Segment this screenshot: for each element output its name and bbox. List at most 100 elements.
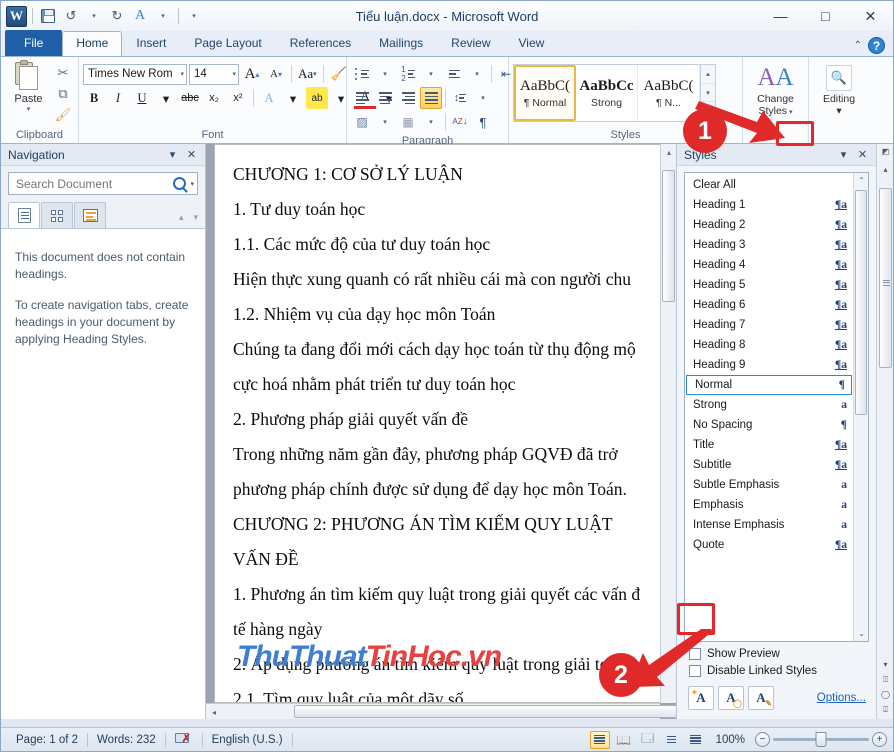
redo-button[interactable]: ↻ xyxy=(107,6,127,26)
editing-button[interactable]: 🔍 Editing ▾ xyxy=(813,60,865,117)
undo-button[interactable]: ↺ xyxy=(61,6,81,26)
shading-button[interactable]: ▨ xyxy=(351,111,373,133)
styles-scroll-down-icon[interactable]: ⌄ xyxy=(854,626,868,641)
next-page-icon[interactable]: ⍗ xyxy=(878,702,893,717)
view-web-layout-button[interactable]: 🗔 xyxy=(638,731,658,749)
paste-dropdown-icon[interactable]: ▾ xyxy=(27,105,31,113)
tab-review[interactable]: Review xyxy=(437,31,504,56)
change-styles-button[interactable]: AA Change Styles ▾ xyxy=(747,60,804,119)
save-button[interactable] xyxy=(38,6,58,26)
align-left-button[interactable] xyxy=(351,87,373,109)
previous-page-icon[interactable]: ⍐ xyxy=(878,672,893,687)
view-outline-button[interactable] xyxy=(662,731,682,749)
cut-button[interactable]: ✂ xyxy=(52,63,74,83)
zoom-out-button[interactable]: − xyxy=(755,732,770,747)
style-item-heading-6[interactable]: Heading 6 ¶a xyxy=(685,295,853,315)
borders-dropdown-icon[interactable]: ▾ xyxy=(420,111,442,133)
customize-qat-icon[interactable]: ▾ xyxy=(184,6,204,26)
style-item-heading-2[interactable]: Heading 2 ¶a xyxy=(685,215,853,235)
show-preview-row[interactable]: Show Preview xyxy=(689,648,876,660)
rail-scroll-down-icon[interactable]: ▾ xyxy=(878,657,893,672)
text-effects-button[interactable]: A xyxy=(258,87,280,109)
navigation-tab-results[interactable] xyxy=(74,202,106,228)
search-input[interactable] xyxy=(14,175,174,192)
style-item-subtitle[interactable]: Subtitle ¶a xyxy=(685,455,853,475)
style-item-title[interactable]: Title ¶a xyxy=(685,435,853,455)
page-indicator[interactable]: Page: 1 of 2 xyxy=(7,734,87,746)
sort-button[interactable]: A Z ↓ xyxy=(449,111,471,133)
zoom-level[interactable]: 100% xyxy=(710,734,751,746)
document-page[interactable]: CHƯƠNG 1: CƠ SỞ LÝ LUẬN 1. Tư duy toán h… xyxy=(214,144,676,703)
line-spacing-button[interactable]: ↕ xyxy=(449,87,471,109)
select-browse-object-icon[interactable]: ◩ xyxy=(878,144,893,159)
style-item-heading-3[interactable]: Heading 3 ¶a xyxy=(685,235,853,255)
format-painter-button[interactable]: 🖌 xyxy=(52,105,74,125)
copy-button[interactable]: ⧉ xyxy=(52,84,74,104)
borders-button[interactable]: ▦ xyxy=(397,111,419,133)
navigation-tab-pages[interactable] xyxy=(41,202,73,228)
style-inspector-button[interactable]: A ◯ xyxy=(718,686,744,710)
underline-button[interactable]: U xyxy=(131,87,153,109)
numbering-dropdown-icon[interactable]: ▾ xyxy=(420,63,442,85)
bullets-button[interactable] xyxy=(351,63,373,85)
justify-button[interactable] xyxy=(420,87,442,109)
style-item-strong[interactable]: Strong a xyxy=(685,395,853,415)
tab-home[interactable]: Home xyxy=(62,31,123,56)
tab-references[interactable]: References xyxy=(276,31,365,56)
align-right-button[interactable] xyxy=(397,87,419,109)
align-center-button[interactable] xyxy=(374,87,396,109)
styles-list-scrollbar[interactable]: ⌃ ⌄ xyxy=(853,173,868,641)
italic-button[interactable]: I xyxy=(107,87,129,109)
format-dropdown-icon[interactable]: ▾ xyxy=(153,6,173,26)
style-item-emphasis[interactable]: Emphasis a xyxy=(685,495,853,515)
next-result-icon[interactable]: ▾ xyxy=(193,212,198,223)
font-name-combo[interactable]: Times New Rom ▾ xyxy=(83,63,187,85)
styles-scrollbar-thumb[interactable] xyxy=(855,190,867,415)
scrollbar-thumb[interactable] xyxy=(662,170,675,302)
gallery-scroll-down-icon[interactable]: ▾ xyxy=(701,83,715,103)
style-item-intense-emphasis[interactable]: Intense Emphasis a xyxy=(685,515,853,535)
tab-insert[interactable]: Insert xyxy=(122,31,180,56)
shrink-font-button[interactable]: A ▾ xyxy=(265,63,287,85)
style-item-quote[interactable]: Quote ¶a xyxy=(685,535,853,555)
right-scroll-rail[interactable]: ◩ ▴ ▾ ⍐ ◯ ⍗ xyxy=(876,144,893,719)
rail-scrollbar-thumb[interactable] xyxy=(879,188,892,368)
document-horizontal-scrollbar[interactable]: ◂ xyxy=(206,703,676,719)
style-item-normal[interactable]: Normal ¶ xyxy=(686,375,852,395)
styles-scroll-up-icon[interactable]: ⌃ xyxy=(854,173,868,188)
style-gallery-item-strong[interactable]: AaBbCc Strong xyxy=(576,65,638,121)
styles-options-link[interactable]: Options... xyxy=(817,692,866,704)
format-painter-quick-icon[interactable]: A xyxy=(130,6,150,26)
styles-pane-close-icon[interactable]: ✕ xyxy=(856,148,869,161)
strikethrough-button[interactable]: abc xyxy=(179,87,201,109)
zoom-track[interactable] xyxy=(773,732,869,747)
style-item-heading-5[interactable]: Heading 5 ¶a xyxy=(685,275,853,295)
tab-mailings[interactable]: Mailings xyxy=(365,31,437,56)
style-item-heading-1[interactable]: Heading 1 ¶a xyxy=(685,195,853,215)
browse-object-icon[interactable]: ◯ xyxy=(878,687,893,702)
undo-dropdown-icon[interactable]: ▾ xyxy=(84,6,104,26)
search-icon[interactable] xyxy=(173,177,187,190)
numbering-button[interactable]: 12 xyxy=(397,63,419,85)
bullets-dropdown-icon[interactable]: ▾ xyxy=(374,63,396,85)
help-icon[interactable]: ? xyxy=(868,37,885,54)
gallery-scroll-up-icon[interactable]: ▴ xyxy=(701,65,715,84)
hscrollbar-thumb[interactable] xyxy=(294,705,676,718)
editing-dropdown-icon[interactable]: ▾ xyxy=(836,105,841,117)
zoom-slider[interactable]: − + xyxy=(755,732,887,747)
maximize-button[interactable]: □ xyxy=(803,1,848,31)
style-item-heading-8[interactable]: Heading 8 ¶a xyxy=(685,335,853,355)
zoom-thumb[interactable] xyxy=(815,732,827,747)
close-button[interactable]: ✕ xyxy=(848,1,893,31)
collapse-ribbon-icon[interactable]: ⌃ xyxy=(854,40,862,51)
style-item-subtle-emphasis[interactable]: Subtle Emphasis a xyxy=(685,475,853,495)
style-gallery-item-normal[interactable]: AaBbC( ¶ Normal xyxy=(514,65,576,121)
previous-result-icon[interactable]: ▴ xyxy=(179,212,184,223)
disable-linked-styles-checkbox[interactable] xyxy=(689,665,701,677)
scroll-left-icon[interactable]: ◂ xyxy=(206,704,222,719)
multilevel-list-button[interactable] xyxy=(443,63,465,85)
text-effects-dropdown-icon[interactable]: ▾ xyxy=(282,87,304,109)
proofing-status-button[interactable]: ✗ xyxy=(166,732,202,747)
navigation-pane-dropdown-icon[interactable]: ▾ xyxy=(166,148,179,161)
font-size-combo[interactable]: 14 ▾ xyxy=(189,63,239,85)
